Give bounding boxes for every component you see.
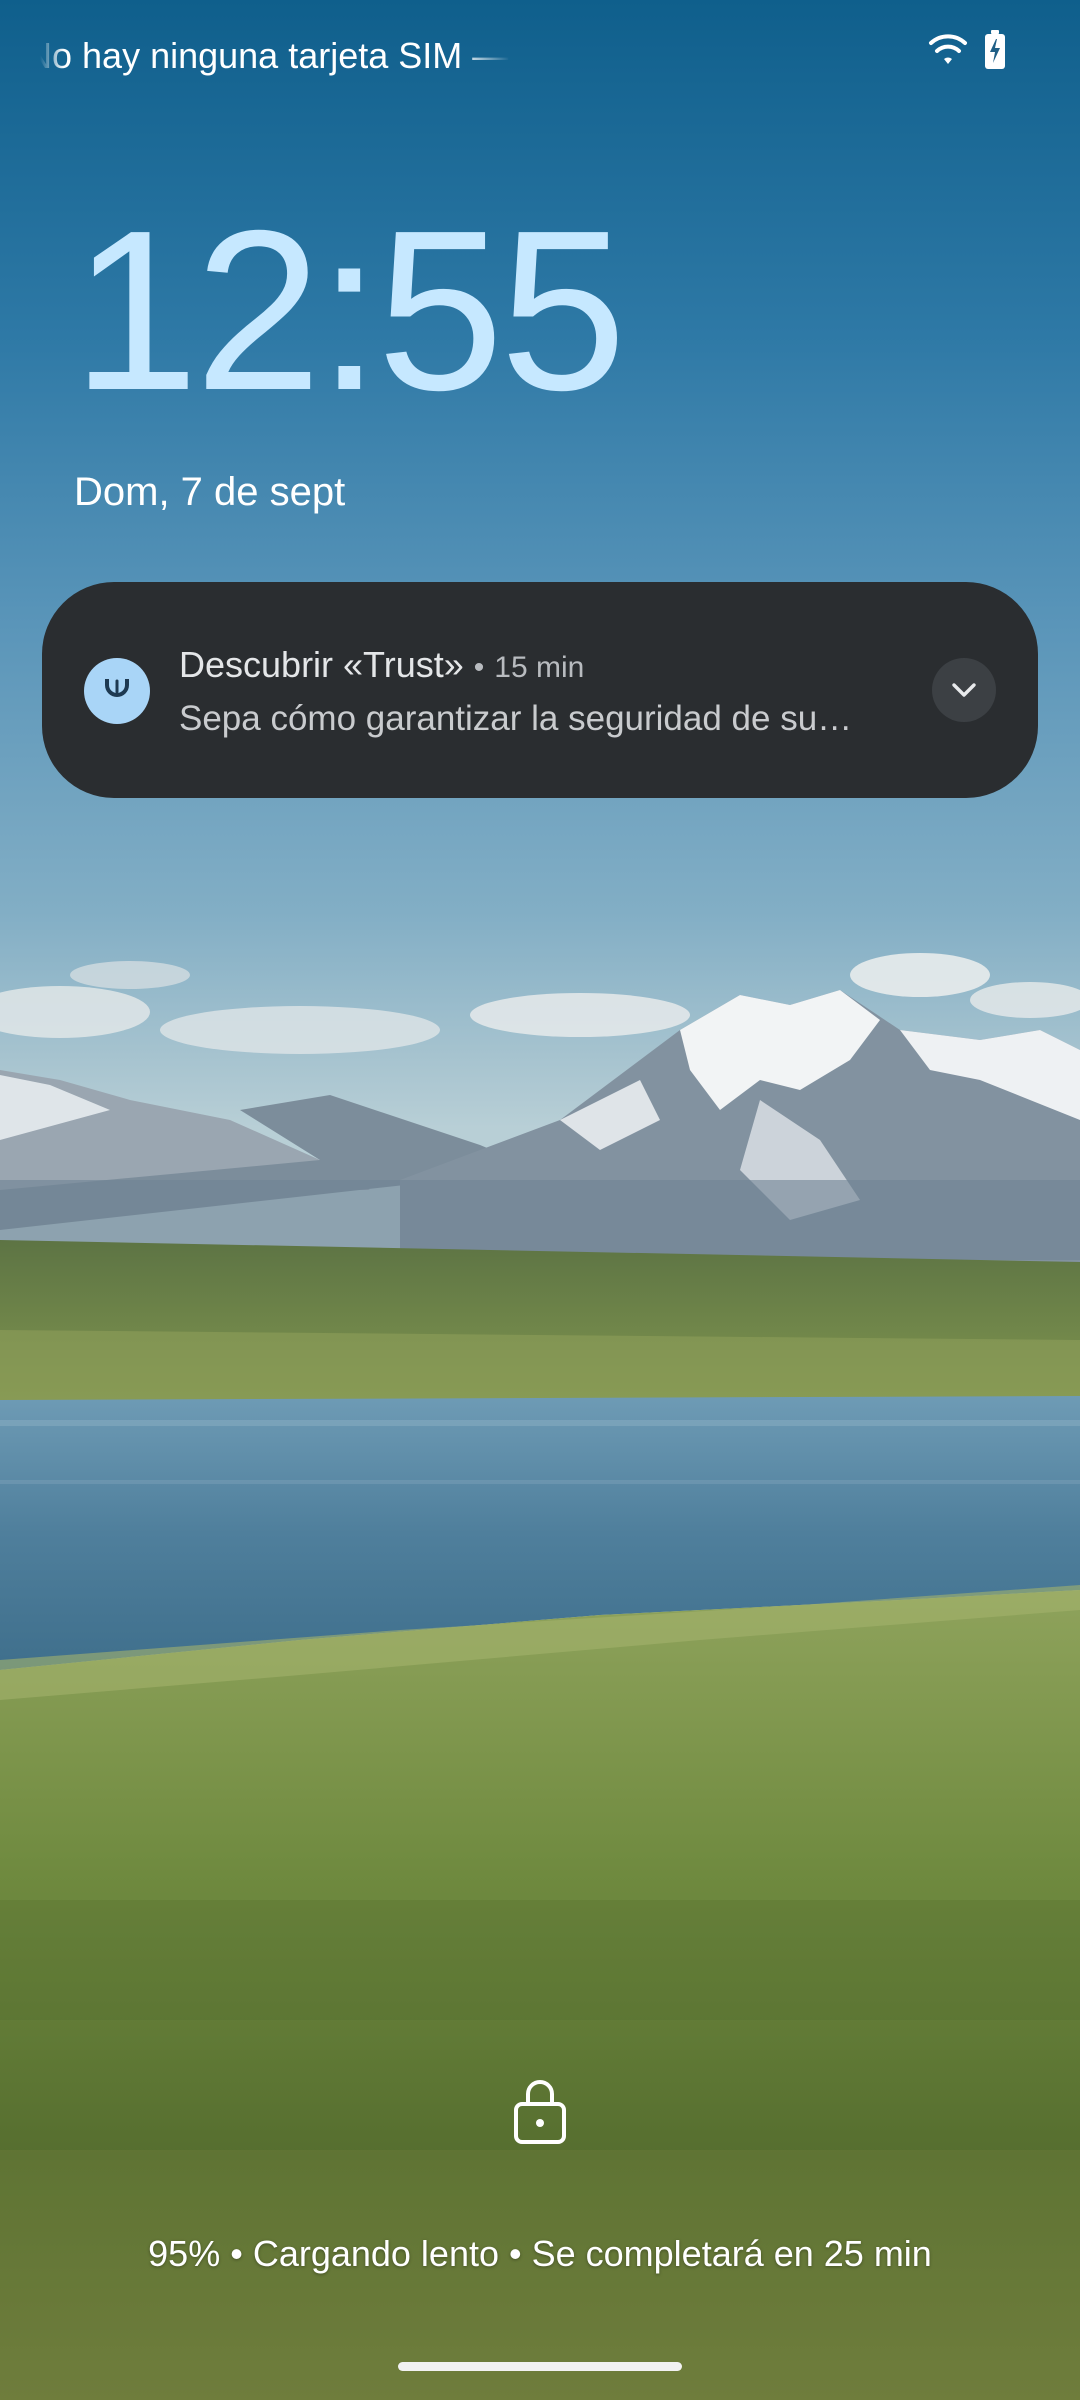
status-bar: No hay ninguna tarjeta SIM — Solo llamad…: [0, 0, 1080, 110]
notification-header: Descubrir «Trust» • 15 min: [179, 640, 899, 690]
notification-time: 15 min: [494, 651, 585, 684]
charging-status: 95% • Cargando lento • Se completará en …: [148, 2233, 932, 2274]
notification-title: Descubrir «Trust»: [179, 644, 464, 685]
home-indicator[interactable]: [398, 2362, 682, 2371]
notification-card[interactable]: Descubrir «Trust» • 15 min Sepa cómo garan…: [42, 582, 1038, 798]
battery-charging-icon: [985, 30, 1005, 69]
chevron-down-icon: [952, 683, 976, 697]
lock-screen: No hay ninguna tarjeta SIM — Solo llamad…: [0, 0, 1080, 2400]
carrier-text: No hay ninguna tarjeta SIM — Solo llamad…: [40, 35, 510, 76]
trust-icon: [84, 658, 150, 724]
notification-expand-button[interactable]: [932, 658, 996, 722]
wifi-icon: [929, 34, 967, 64]
lock-icon[interactable]: [512, 2074, 568, 2146]
lock-date: Dom, 7 de sept: [74, 470, 346, 514]
lock-clock: 12:55: [72, 184, 627, 438]
notification-text: Sepa cómo garantizar la seguridad de su…: [179, 699, 853, 738]
notification-separator: •: [473, 651, 485, 684]
